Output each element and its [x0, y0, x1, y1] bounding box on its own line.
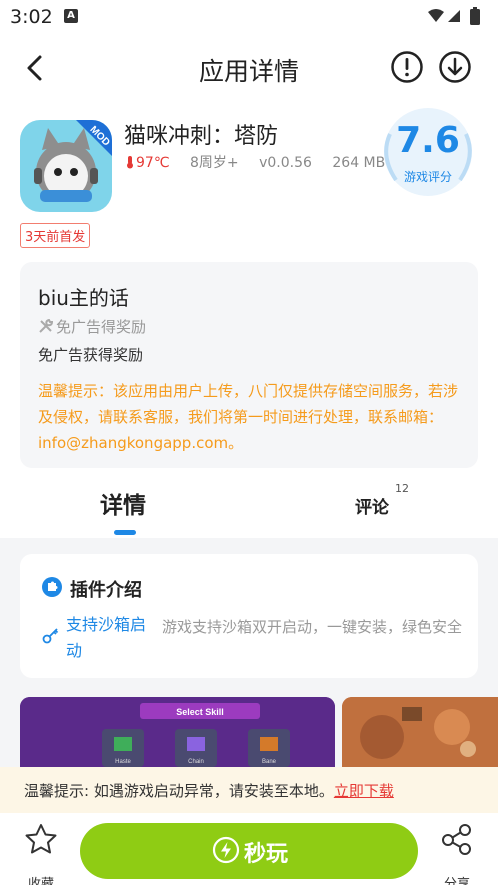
game-screenshot[interactable]	[342, 697, 498, 767]
score-badge: 7.6 游戏评分	[372, 104, 484, 200]
notice-description: 免广告获得奖励	[38, 346, 144, 364]
score-label: 游戏评分	[403, 170, 452, 184]
notice-card: biu主的话 免广告得奖励 免广告获得奖励 温馨提示：该应用由用户上传，八门仅提…	[20, 262, 478, 468]
app-icon: MOD	[20, 120, 112, 212]
bottom-action-bar: 收藏 秒玩 分享	[0, 813, 498, 885]
instant-play-label: 秒玩	[244, 842, 289, 867]
notice-warning: 温馨提示：该应用由用户上传，八门仅提供存储空间服务，若涉及侵权，请联系客服，我们…	[38, 382, 459, 452]
puzzle-icon	[42, 577, 62, 601]
skill-bane: Bane	[262, 759, 277, 765]
instant-play-button[interactable]: 秒玩	[80, 823, 418, 879]
status-icons	[426, 7, 488, 31]
star-icon	[25, 824, 57, 854]
age-rating: 8周岁+	[190, 155, 239, 171]
tab-comments[interactable]: 评论	[355, 493, 389, 518]
plugin-card: 插件介绍 支持沙箱启动 游戏支持沙箱双开启动，一键安装，绿色安全	[20, 554, 478, 678]
top-nav: 应用详情	[0, 34, 498, 100]
temperature: 97℃	[124, 155, 170, 171]
tools-icon	[39, 318, 54, 333]
notification-icon: A	[64, 9, 78, 23]
skill-haste: Haste	[115, 759, 131, 765]
share-icon	[442, 824, 471, 855]
favorite-label: 收藏	[27, 877, 54, 885]
share-button[interactable]: 分享	[432, 823, 482, 885]
plugin-feature[interactable]: 支持沙箱启动	[66, 612, 156, 664]
plugin-title: 插件介绍	[70, 580, 142, 601]
download-icon[interactable]	[438, 50, 472, 84]
plugin-feature-description: 游戏支持沙箱双开启动，一键安装，绿色安全	[162, 618, 463, 636]
notice-title: biu主的话	[38, 286, 129, 310]
release-tag: 3天前首发	[20, 223, 91, 248]
status-bar: 3:02 A	[0, 0, 498, 34]
download-now-link[interactable]: 立即下载	[334, 782, 394, 800]
game-screenshot[interactable]: Select Skill Haste Chain Bane	[20, 697, 335, 767]
tip-text: 温馨提示: 如遇游戏启动异常，请安装至本地。立即下载	[24, 782, 394, 800]
lightning-icon	[212, 836, 240, 864]
tab-detail[interactable]: 详情	[100, 486, 146, 520]
screenshot-header: Select Skill	[176, 707, 224, 717]
alert-icon[interactable]	[390, 50, 424, 84]
comments-count: 12	[395, 482, 409, 495]
status-time: 3:02	[10, 6, 53, 28]
tip-bar: 温馨提示: 如遇游戏启动异常，请安装至本地。立即下载	[0, 767, 498, 813]
skill-chain: Chain	[188, 759, 204, 765]
score-value: 7.6	[396, 120, 460, 161]
version: v0.0.56	[259, 155, 312, 171]
app-meta: 97℃ 8周岁+ v0.0.56 264 MB	[124, 152, 401, 172]
notice-subtitle: 免广告得奖励	[38, 316, 146, 337]
share-label: 分享	[443, 877, 470, 885]
key-icon	[42, 626, 60, 648]
tab-active-indicator	[114, 530, 136, 535]
thermometer-icon	[127, 156, 133, 169]
app-name: 猫咪冲刺：塔防	[124, 124, 279, 149]
wifi-signal-battery-icon	[428, 7, 480, 25]
favorite-button[interactable]: 收藏	[16, 823, 66, 885]
